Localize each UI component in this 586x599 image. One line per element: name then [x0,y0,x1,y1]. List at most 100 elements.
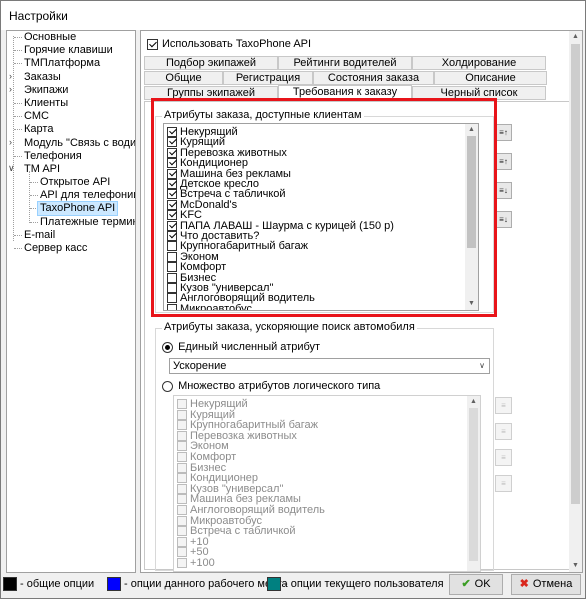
checkbox[interactable] [177,494,187,505]
list-item[interactable]: Кузов "универсал" [177,483,283,494]
tree-item-telephony-api[interactable]: API для телефонии [40,189,135,202]
expand-icon[interactable]: › [9,84,12,94]
tree-item-orders[interactable]: Заказы [24,71,61,84]
list-item[interactable]: +100 [177,558,215,569]
scrollbar[interactable]: ▲ ▼ [465,124,478,310]
list-item[interactable]: Комфорт [167,262,226,273]
tree-item-basic[interactable]: Основные [24,31,76,44]
move-up-button[interactable]: ≡↑ [495,153,512,170]
move-top-button[interactable]: ≡ [495,397,512,414]
list-item[interactable]: Микроавтобус [167,303,252,310]
tab-order-requirements[interactable]: Требования к заказу [278,85,412,101]
settings-tree[interactable]: Основные Горячие клавиши ТМПлатформа › З… [6,30,136,573]
checkbox[interactable] [167,293,177,304]
tab-crew-groups[interactable]: Группы экипажей [144,86,278,100]
list-item[interactable]: +10 [177,536,209,547]
radio[interactable] [162,341,173,353]
use-api-checkbox[interactable]: Использовать TaxoPhone API [147,38,311,50]
list-item[interactable]: Крупногабаритный багаж [167,241,308,252]
checkbox[interactable] [167,147,177,158]
tree-item-email[interactable]: E-mail [24,229,55,242]
move-bottom-button[interactable]: ≡ [495,475,512,492]
scroll-up-icon[interactable]: ▲ [465,124,478,136]
checkbox[interactable] [167,189,177,200]
checkbox[interactable] [167,168,177,179]
checkbox[interactable] [177,452,187,462]
list-item[interactable]: Курящий [167,137,225,148]
tree-item-cash-server[interactable]: Сервер касс [24,242,87,255]
move-up-button[interactable]: ≡ [495,423,512,440]
tab-order-states[interactable]: Состояния заказа [313,71,434,85]
checkbox[interactable] [167,199,177,210]
tree-item-open-api[interactable]: Открытое API [40,176,110,189]
move-top-button[interactable]: ≡↑ [495,124,512,141]
checkbox[interactable] [177,399,187,409]
checkbox[interactable] [177,505,187,515]
chevron-down-icon[interactable]: ∨ [475,359,489,373]
tree-item-payment-terminals[interactable]: Платежные терминалы [40,216,135,229]
list-item[interactable]: Некурящий [177,399,248,410]
checkbox[interactable] [167,303,177,310]
expand-icon[interactable]: › [9,137,12,147]
tab-description[interactable]: Описание [434,71,547,85]
tab-crew-selection[interactable]: Подбор экипажей [144,56,278,70]
move-bottom-button[interactable]: ≡↓ [495,211,512,228]
list-item[interactable]: Кондиционер [167,158,248,169]
tree-item-driver-link[interactable]: Модуль "Связь с водителем" [24,137,135,150]
checkbox[interactable] [177,420,187,431]
tab-driver-ratings[interactable]: Рейтинги водителей [278,56,412,70]
tree-item-crews[interactable]: Экипажи [24,84,68,97]
checkbox[interactable] [167,241,177,252]
list-item[interactable]: Курящий [177,409,235,420]
scroll-down-icon[interactable]: ▼ [569,560,582,572]
tree-item-telephony[interactable]: Телефония [24,150,82,163]
logical-attributes-list[interactable]: ▲ Некурящий Курящий Крупногабаритный багаж… [173,395,481,572]
checkbox[interactable] [167,262,177,273]
list-item[interactable]: Микроавтобус [177,515,262,526]
checkbox[interactable] [177,536,187,547]
tree-item-clients[interactable]: Клиенты [24,97,68,110]
checkbox[interactable] [167,220,177,231]
checkbox[interactable] [177,409,187,420]
tree-item-tm-api[interactable]: TM API [24,163,60,176]
tab-registration[interactable]: Регистрация [223,71,313,85]
tab-blacklist[interactable]: Черный список [412,86,546,100]
list-item[interactable]: Бизнес [177,462,226,473]
list-item[interactable]: Крупногабаритный багаж [177,420,318,431]
checkbox[interactable] [167,179,177,189]
checkbox[interactable] [177,526,187,537]
collapse-icon[interactable]: ∨ [8,163,15,174]
panel-scrollbar[interactable]: ▲ ▼ [569,31,582,572]
checkbox[interactable] [177,558,187,568]
checkbox[interactable] [167,272,177,283]
checkbox[interactable] [167,137,177,148]
ok-button[interactable]: ✔ OK [449,574,503,595]
tree-item-sms[interactable]: СМС [24,110,49,123]
checkbox[interactable] [167,210,177,221]
cancel-button[interactable]: ✖ Отмена [511,574,581,595]
checkbox[interactable] [177,473,187,484]
scroll-up-icon[interactable]: ▲ [467,396,480,408]
scroll-thumb[interactable] [469,408,478,561]
checkbox[interactable] [177,515,187,526]
tree-item-taxophone-api[interactable]: TaxoPhone API [36,201,119,216]
expand-icon[interactable]: › [9,71,12,81]
list-item[interactable]: Англоговорящий водитель [167,293,315,304]
scroll-down-icon[interactable]: ▼ [465,298,478,310]
list-item[interactable]: +50 [177,547,209,558]
tab-general[interactable]: Общие [144,71,223,85]
list-item[interactable]: Перевозка животных [177,430,297,441]
checkbox[interactable] [167,158,177,169]
radio[interactable] [162,380,173,392]
scrollbar[interactable]: ▲ [467,396,480,571]
title-bar[interactable]: Настройки [1,1,585,30]
list-item[interactable]: KFC [167,210,202,221]
radio-multi-attributes[interactable]: Множество атрибутов логического типа [162,380,380,392]
tab-holding[interactable]: Холдирование [412,56,546,70]
list-item[interactable]: Эконом [177,441,229,452]
checkbox[interactable] [177,441,187,452]
radio-single-attribute[interactable]: Единый численный атрибут [162,341,320,353]
checkbox[interactable] [167,231,177,241]
checkbox[interactable] [167,283,177,293]
list-item[interactable]: Встреча с табличкой [167,189,286,200]
